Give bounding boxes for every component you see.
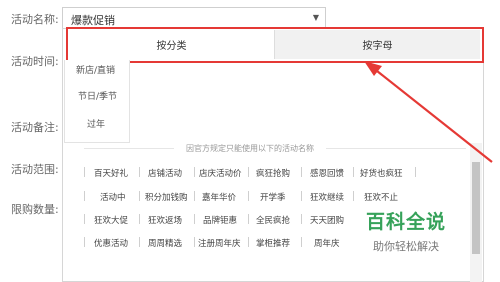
watermark-subtitle: 助你轻松解决 [373,240,439,253]
arrow-shaft [371,66,493,163]
watermark-title: 百科全说 [366,211,447,233]
watermark-logo: 百科全说 助你轻松解决 [336,206,494,266]
